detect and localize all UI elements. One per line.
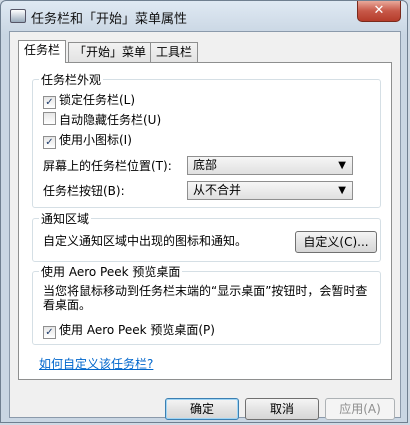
aero-peek-checkbox-label: 使用 Aero Peek 预览桌面(P)	[59, 323, 215, 337]
buttons-label: 任务栏按钮(B):	[43, 184, 125, 198]
lock-taskbar-checkbox[interactable]: ✓ 锁定任务栏(L)	[43, 92, 136, 109]
chevron-down-icon: ▼	[338, 185, 346, 196]
lock-taskbar-label: 锁定任务栏(L)	[59, 93, 136, 107]
aero-peek-title: 使用 Aero Peek 预览桌面	[39, 263, 183, 280]
dialog-client: 任务栏 「开始」菜单 工具栏 任务栏外观 ✓ 锁定任务栏(L) 自动隐藏任务栏(U…	[9, 31, 401, 420]
position-label: 屏幕上的任务栏位置(T):	[43, 159, 172, 173]
appearance-group: 任务栏外观 ✓ 锁定任务栏(L) 自动隐藏任务栏(U) ✓ 使用小图标(I) 屏幕上…	[32, 71, 381, 208]
window-icon	[10, 9, 26, 23]
notification-text: 自定义通知区域中出现的图标和通知。	[43, 234, 248, 248]
small-icons-checkbox[interactable]: ✓ 使用小图标(I)	[43, 132, 132, 149]
close-button[interactable]: ✕	[357, 1, 401, 22]
check-icon: ✓	[43, 136, 56, 149]
apply-button[interactable]: 应用(A)	[325, 398, 395, 420]
position-select[interactable]: 底部 ▼	[187, 156, 353, 175]
tab-start-menu[interactable]: 「开始」菜单	[68, 42, 153, 62]
aero-peek-description: 当您将鼠标移动到任务栏末端的“显示桌面”按钮时，会暂时查看桌面。	[43, 284, 368, 312]
help-link[interactable]: 如何自定义该任务栏?	[39, 355, 153, 372]
ok-button[interactable]: 确定	[165, 398, 239, 420]
notification-group: 通知区域 自定义通知区域中出现的图标和通知。 自定义(C)...	[32, 210, 381, 262]
tab-toolbars[interactable]: 工具栏	[150, 42, 199, 62]
small-icons-label: 使用小图标(I)	[59, 133, 132, 147]
buttons-select[interactable]: 从不合并 ▼	[187, 181, 353, 200]
title-bar[interactable]: 任务栏和「开始」菜单属性 ✕	[1, 1, 407, 31]
aero-peek-checkbox[interactable]: ✓ 使用 Aero Peek 预览桌面(P)	[43, 322, 215, 339]
tab-taskbar[interactable]: 任务栏	[18, 40, 67, 63]
buttons-value: 从不合并	[193, 183, 242, 197]
aero-peek-group: 使用 Aero Peek 预览桌面 当您将鼠标移动到任务栏末端的“显示桌面”按钮…	[32, 263, 381, 345]
check-icon: ✓	[43, 96, 56, 109]
tab-panel-taskbar: 任务栏外观 ✓ 锁定任务栏(L) 自动隐藏任务栏(U) ✓ 使用小图标(I) 屏幕上…	[18, 62, 392, 380]
cancel-button[interactable]: 取消	[245, 398, 319, 420]
properties-window: 任务栏和「开始」菜单属性 ✕ 任务栏 「开始」菜单 工具栏 任务栏外观 ✓ 锁定任…	[0, 0, 408, 423]
check-icon: ✓	[43, 326, 56, 339]
position-value: 底部	[193, 158, 218, 172]
customize-button[interactable]: 自定义(C)...	[295, 231, 377, 253]
window-title: 任务栏和「开始」菜单属性	[31, 12, 188, 27]
chevron-down-icon: ▼	[338, 160, 346, 171]
autohide-checkbox[interactable]: 自动隐藏任务栏(U)	[43, 112, 161, 128]
autohide-label: 自动隐藏任务栏(U)	[59, 113, 162, 127]
checkbox-empty-icon	[43, 112, 56, 125]
notification-title: 通知区域	[39, 210, 92, 227]
appearance-title: 任务栏外观	[39, 71, 104, 88]
